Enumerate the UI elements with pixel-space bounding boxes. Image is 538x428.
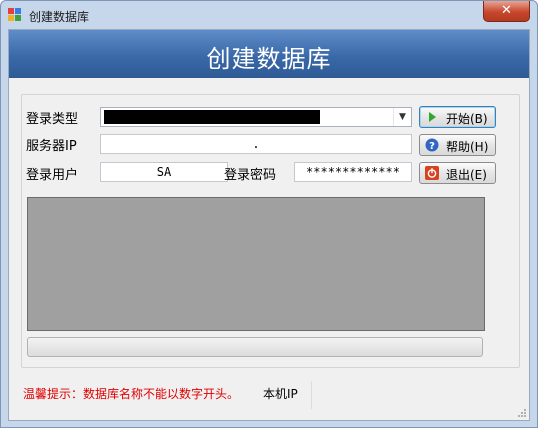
tip-text: 温馨提示：数据库名称不能以数字开头。 xyxy=(23,387,240,401)
window-title: 创建数据库 xyxy=(29,10,90,24)
app-window: 创建数据库 ✕ 创建数据库 登录类型 ▼ 服务器IP . 登录用户 SA 登录密… xyxy=(0,0,538,428)
exit-button-label: 退出(E) xyxy=(446,168,487,182)
svg-text:?: ? xyxy=(429,141,435,152)
log-output-area[interactable] xyxy=(27,197,485,331)
login-password-input[interactable]: ************* xyxy=(294,162,412,182)
local-ip-value xyxy=(311,381,522,409)
power-icon xyxy=(425,166,439,180)
help-icon: ? xyxy=(425,138,439,152)
login-type-value-redacted xyxy=(104,110,320,124)
exit-button[interactable]: 退出(E) xyxy=(419,162,496,184)
help-button-label: 帮助(H) xyxy=(446,140,489,154)
play-icon xyxy=(429,112,436,122)
window-app-icon xyxy=(8,8,21,21)
title-bar[interactable]: 创建数据库 ✕ xyxy=(1,1,537,29)
chevron-down-icon[interactable]: ▼ xyxy=(393,108,411,126)
login-password-label: 登录密码 xyxy=(224,168,277,183)
client-area: 创建数据库 登录类型 ▼ 服务器IP . 登录用户 SA 登录密码 ******… xyxy=(8,29,530,421)
help-button[interactable]: ? 帮助(H) xyxy=(419,134,496,156)
start-button[interactable]: 开始(B) xyxy=(419,106,496,128)
local-ip-label: 本机IP xyxy=(263,387,298,401)
progress-bar xyxy=(27,337,483,357)
close-icon: ✕ xyxy=(501,3,512,18)
header-banner: 创建数据库 xyxy=(9,30,529,78)
banner-title: 创建数据库 xyxy=(206,45,332,73)
server-ip-label: 服务器IP xyxy=(26,139,77,154)
login-type-label: 登录类型 xyxy=(26,112,79,127)
resize-grip-icon[interactable] xyxy=(516,407,526,417)
server-ip-input[interactable]: . xyxy=(100,134,412,154)
start-button-label: 开始(B) xyxy=(446,112,488,126)
login-type-select[interactable]: ▼ xyxy=(100,107,412,127)
login-user-input[interactable]: SA xyxy=(100,162,228,182)
login-user-label: 登录用户 xyxy=(26,168,79,183)
close-button[interactable]: ✕ xyxy=(483,1,530,22)
